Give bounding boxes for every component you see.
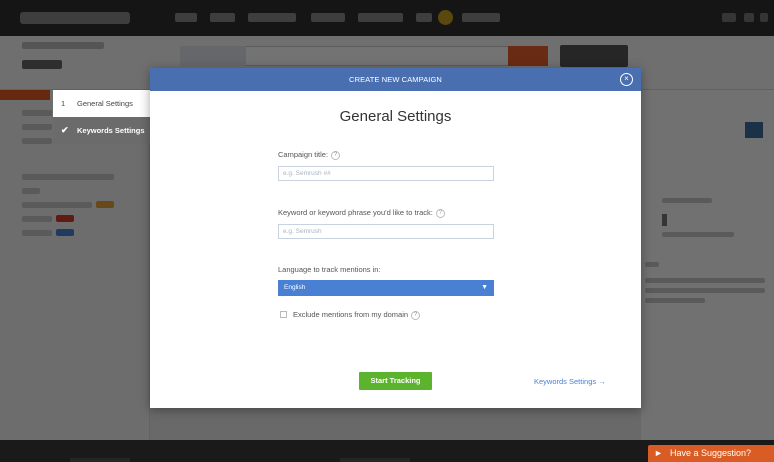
modal-header: CREATE NEW CAMPAIGN ×	[150, 68, 641, 91]
language-select-value: English	[284, 284, 306, 291]
modal-title: General Settings	[339, 108, 452, 125]
exclude-domain-checkbox[interactable]	[280, 311, 287, 318]
keyword-input[interactable]: e.g. Semrush	[278, 224, 494, 239]
exclude-domain-label: Exclude mentions from my domain?	[293, 310, 421, 320]
step-number: 1	[61, 99, 66, 108]
keyword-label: Keyword or keyword phrase you'd like to …	[278, 208, 445, 218]
help-icon[interactable]: ?	[435, 208, 445, 218]
language-select[interactable]: English ▼	[278, 280, 494, 296]
check-icon: ✔	[61, 125, 69, 135]
modal-header-title: CREATE NEW CAMPAIGN	[349, 75, 442, 84]
keywords-settings-link[interactable]: Keywords Settings →	[534, 377, 606, 386]
campaign-title-label: Campaign title:?	[278, 150, 341, 160]
wizard-steps: 1 General Settings ✔ Keywords Settings	[53, 90, 150, 144]
chevron-down-icon: ▼	[481, 284, 488, 291]
keyword-label-text: Keyword or keyword phrase you'd like to …	[278, 208, 433, 217]
create-campaign-modal: CREATE NEW CAMPAIGN × General Settings C…	[150, 68, 641, 408]
megaphone-icon: ►	[654, 448, 663, 458]
step-general-settings[interactable]: 1 General Settings	[53, 90, 150, 117]
language-label: Language to track mentions in:	[278, 265, 381, 274]
campaign-title-input[interactable]: e.g. Semrush ##	[278, 166, 494, 181]
step-label: General Settings	[77, 99, 133, 108]
suggestion-button[interactable]: ► Have a Suggestion?	[648, 445, 774, 462]
exclude-domain-label-text: Exclude mentions from my domain	[293, 310, 409, 319]
step-keywords-settings[interactable]: ✔ Keywords Settings	[53, 117, 150, 144]
help-icon[interactable]: ?	[331, 150, 341, 160]
start-tracking-button[interactable]: Start Tracking	[359, 372, 432, 390]
help-icon[interactable]: ?	[411, 310, 421, 320]
campaign-title-label-text: Campaign title:	[278, 150, 329, 159]
step-label: Keywords Settings	[77, 126, 145, 135]
close-icon[interactable]: ×	[620, 73, 633, 86]
suggestion-label: Have a Suggestion?	[670, 448, 752, 458]
